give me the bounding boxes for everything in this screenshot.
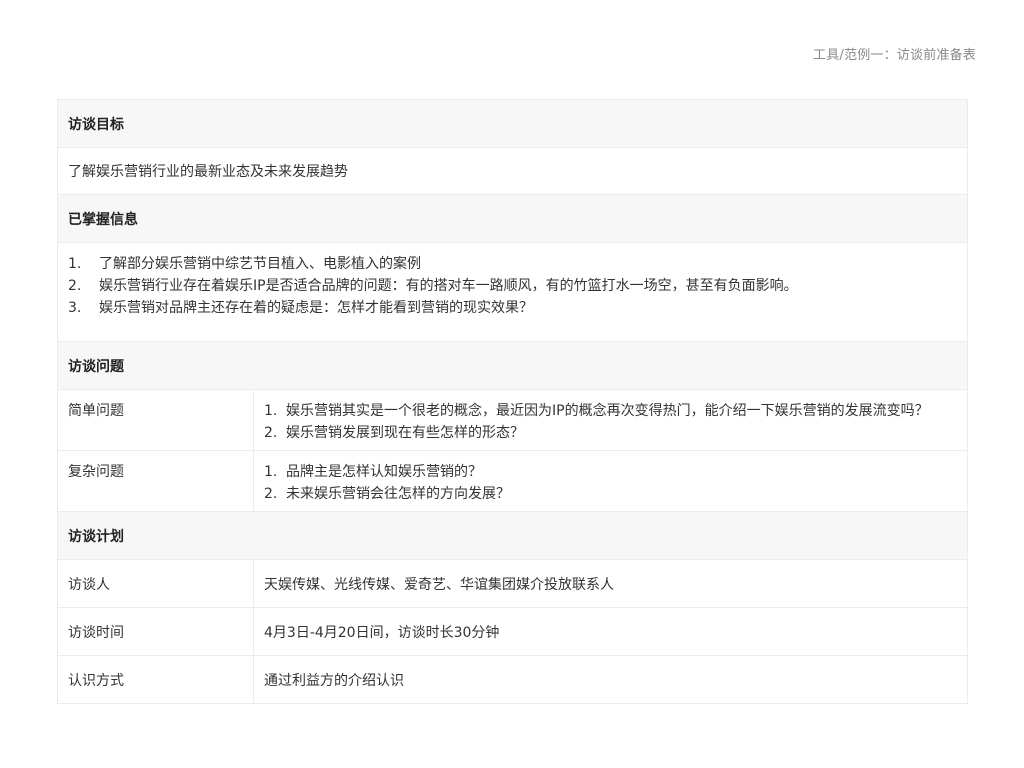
section-header-known: 已掌握信息 [57,194,968,243]
plan-row-time: 访谈时间 4月3日-4月20日间，访谈时长30分钟 [57,607,968,656]
row-label: 访谈人 [57,559,254,608]
row-label: 访谈时间 [57,607,254,656]
item-number: 2. [68,278,82,294]
item-text: 娱乐营销其实是一个很老的概念，最近因为IP的概念再次变得热门，能介绍一下娱乐营销… [286,403,929,419]
breadcrumb: 工具/范例一：访谈前准备表 [813,48,976,63]
row-label: 复杂问题 [57,450,254,512]
item-number: 1. [68,256,82,272]
item-text: 品牌主是怎样认知娱乐营销的？ [286,464,482,480]
goal-text: 了解娱乐营销行业的最新业态及未来发展趋势 [57,147,968,195]
list-item: 3. 娱乐营销对品牌主还存在着的疑虑是：怎样才能看到营销的现实效果？ [68,297,957,319]
section-title: 访谈计划 [57,511,968,560]
item-text: 了解部分娱乐营销中综艺节目植入、电影植入的案例 [99,256,421,272]
row-value: 天娱传媒、光线传媒、爱奇艺、华谊集团媒介投放联系人 [253,559,968,608]
row-label: 认识方式 [57,655,254,704]
list-item: 2. 娱乐营销发展到现在有些怎样的形态？ [264,422,957,444]
simple-questions-row: 简单问题 1. 娱乐营销其实是一个很老的概念，最近因为IP的概念再次变得热门，能… [57,389,968,451]
section-title: 访谈目标 [57,99,968,148]
plan-row-method: 认识方式 通过利益方的介绍认识 [57,655,968,704]
row-label: 简单问题 [57,389,254,451]
known-row: 1. 了解部分娱乐营销中综艺节目植入、电影植入的案例 2. 娱乐营销行业存在着娱… [57,242,968,342]
item-number: 2. [264,486,278,502]
item-text: 娱乐营销对品牌主还存在着的疑虑是：怎样才能看到营销的现实效果？ [99,300,533,316]
item-number: 1. [264,403,278,419]
list-item: 2. 娱乐营销行业存在着娱乐IP是否适合品牌的问题：有的搭对车一路顺风，有的竹篮… [68,275,957,297]
item-number: 3. [68,300,82,316]
known-list: 1. 了解部分娱乐营销中综艺节目植入、电影植入的案例 2. 娱乐营销行业存在着娱… [68,253,957,319]
interview-prep-table: 访谈目标 了解娱乐营销行业的最新业态及未来发展趋势 已掌握信息 1. 了解部分娱… [57,99,968,704]
section-title: 访谈问题 [57,341,968,390]
list-item: 1. 品牌主是怎样认知娱乐营销的？ [264,461,957,483]
list-item: 1. 了解部分娱乐营销中综艺节目植入、电影植入的案例 [68,253,957,275]
plan-row-interviewee: 访谈人 天娱传媒、光线传媒、爱奇艺、华谊集团媒介投放联系人 [57,559,968,608]
item-text: 未来娱乐营销会往怎样的方向发展？ [286,486,510,502]
item-text: 娱乐营销发展到现在有些怎样的形态？ [286,425,524,441]
simple-questions-list: 1. 娱乐营销其实是一个很老的概念，最近因为IP的概念再次变得热门，能介绍一下娱… [264,400,957,444]
row-value: 通过利益方的介绍认识 [253,655,968,704]
item-number: 1. [264,464,278,480]
section-header-plan: 访谈计划 [57,511,968,560]
row-value: 4月3日-4月20日间，访谈时长30分钟 [253,607,968,656]
section-title: 已掌握信息 [57,194,968,243]
item-number: 2. [264,425,278,441]
section-header-questions: 访谈问题 [57,341,968,390]
item-text: 娱乐营销行业存在着娱乐IP是否适合品牌的问题：有的搭对车一路顺风，有的竹篮打水一… [99,278,798,294]
list-item: 1. 娱乐营销其实是一个很老的概念，最近因为IP的概念再次变得热门，能介绍一下娱… [264,400,957,422]
section-header-goal: 访谈目标 [57,99,968,148]
complex-questions-row: 复杂问题 1. 品牌主是怎样认知娱乐营销的？ 2. 未来娱乐营销会往怎样的方向发… [57,450,968,512]
goal-row: 了解娱乐营销行业的最新业态及未来发展趋势 [57,147,968,195]
complex-questions-list: 1. 品牌主是怎样认知娱乐营销的？ 2. 未来娱乐营销会往怎样的方向发展？ [264,461,957,505]
list-item: 2. 未来娱乐营销会往怎样的方向发展？ [264,483,957,505]
